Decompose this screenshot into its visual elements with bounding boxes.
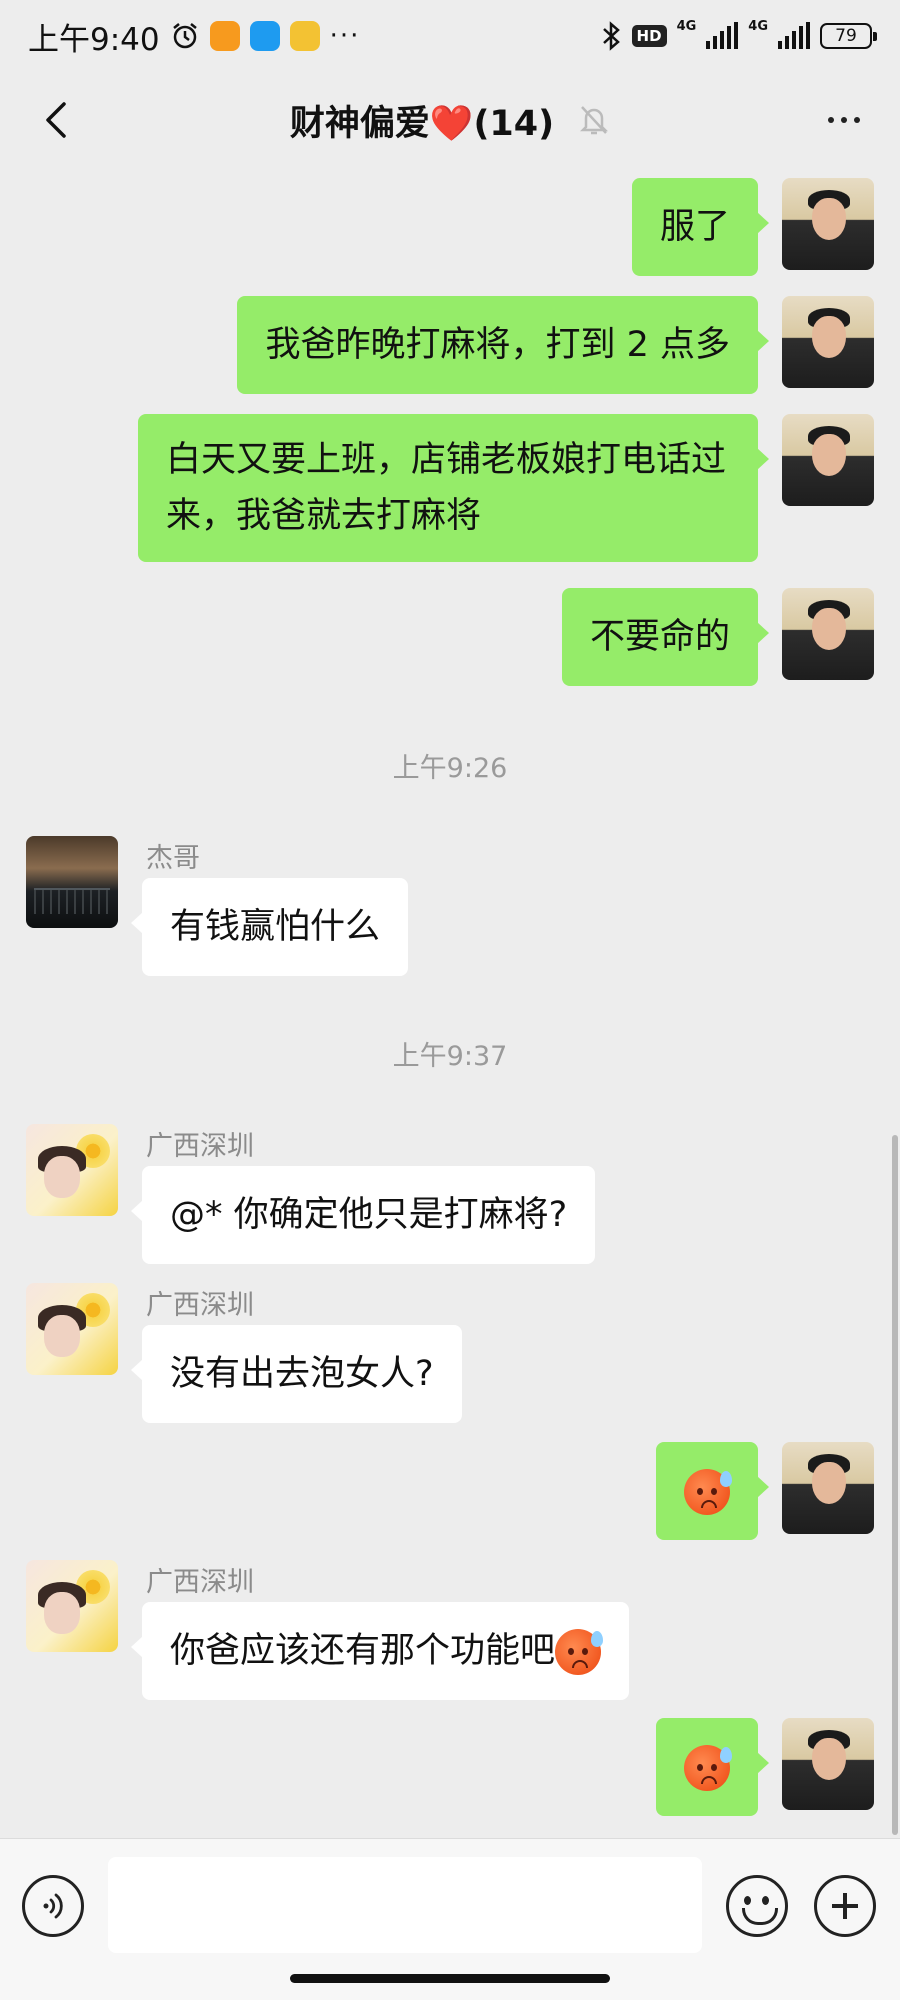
signal-icon xyxy=(706,22,739,49)
app-notification-icon xyxy=(249,21,280,51)
my-avatar[interactable] xyxy=(782,588,874,680)
message-bubble[interactable] xyxy=(656,1442,769,1540)
sender-avatar[interactable] xyxy=(26,836,118,928)
hd-voice-badge: HD xyxy=(631,25,667,47)
sender-avatar[interactable] xyxy=(26,1560,118,1652)
sweat-face-emoji-icon xyxy=(555,1629,604,1675)
app-notification-icon xyxy=(209,21,240,51)
my-avatar[interactable] xyxy=(782,178,874,270)
bluetooth-icon xyxy=(602,21,620,51)
status-bar: 上午9:40 ··· HD 4G 4G 79 xyxy=(0,0,900,72)
more-functions-button[interactable] xyxy=(814,1875,876,1937)
battery-icon: 79 xyxy=(820,23,877,49)
message-bubble[interactable] xyxy=(656,1718,769,1816)
scrollbar[interactable] xyxy=(892,1135,898,1835)
message-input[interactable] xyxy=(108,1857,702,1953)
back-button[interactable] xyxy=(30,94,82,146)
voice-icon xyxy=(43,1893,63,1919)
message-bubble[interactable]: 白天又要上班，店铺老板娘打电话过来，我爸就去打麻将 xyxy=(138,414,769,562)
my-avatar[interactable] xyxy=(782,414,874,506)
message-bubble[interactable]: 有钱赢怕什么 xyxy=(130,878,409,976)
message-bubble[interactable]: 没有出去泡女人? xyxy=(131,1325,462,1423)
more-options-button[interactable] xyxy=(814,94,874,146)
message-bubble[interactable]: 不要命的 xyxy=(561,588,770,686)
message-bubble[interactable]: 你爸应该还有那个功能吧 xyxy=(130,1602,630,1700)
message-text: 你爸应该还有那个功能吧 xyxy=(170,1631,556,1671)
chat-header: 财神偏爱❤️(14) xyxy=(0,72,900,168)
message-timestamp: 上午9:37 xyxy=(392,1041,508,1072)
sender-name: 广西深圳 xyxy=(146,1567,254,1598)
network-type: 4G xyxy=(748,18,768,34)
app-notification-icon xyxy=(289,21,320,51)
message-timestamp: 上午9:26 xyxy=(392,753,508,784)
signal-icon xyxy=(778,22,810,49)
more-notifications-icon: ··· xyxy=(329,21,361,51)
sender-avatar[interactable] xyxy=(26,1124,118,1216)
network-type: 4G xyxy=(676,18,697,34)
my-avatar[interactable] xyxy=(782,296,874,388)
sender-name: 广西深圳 xyxy=(146,1131,254,1162)
message-bubble[interactable]: 我爸昨晚打麻将，打到 2 点多 xyxy=(237,296,769,394)
more-dots-icon xyxy=(828,117,834,123)
alarm-icon xyxy=(172,23,197,49)
home-indicator[interactable] xyxy=(290,1974,610,1983)
sender-name: 广西深圳 xyxy=(146,1290,254,1321)
sender-name: 杰哥 xyxy=(146,843,200,874)
sweat-face-emoji-icon xyxy=(684,1469,732,1515)
sweat-face-emoji-icon xyxy=(684,1745,732,1791)
message-bubble[interactable]: @* 你确定他只是打麻将? xyxy=(130,1166,596,1264)
sender-avatar[interactable] xyxy=(26,1283,118,1375)
my-avatar[interactable] xyxy=(782,1442,874,1534)
voice-input-button[interactable] xyxy=(22,1875,84,1937)
bell-off-icon xyxy=(580,106,609,135)
message-bubble[interactable]: 服了 xyxy=(631,178,770,276)
chat-title: 财神偏爱❤️(14) xyxy=(289,103,555,144)
my-avatar[interactable] xyxy=(782,1718,874,1810)
chevron-left-icon xyxy=(46,102,66,138)
status-time: 上午9:40 xyxy=(28,21,160,58)
emoji-button[interactable] xyxy=(726,1875,788,1937)
